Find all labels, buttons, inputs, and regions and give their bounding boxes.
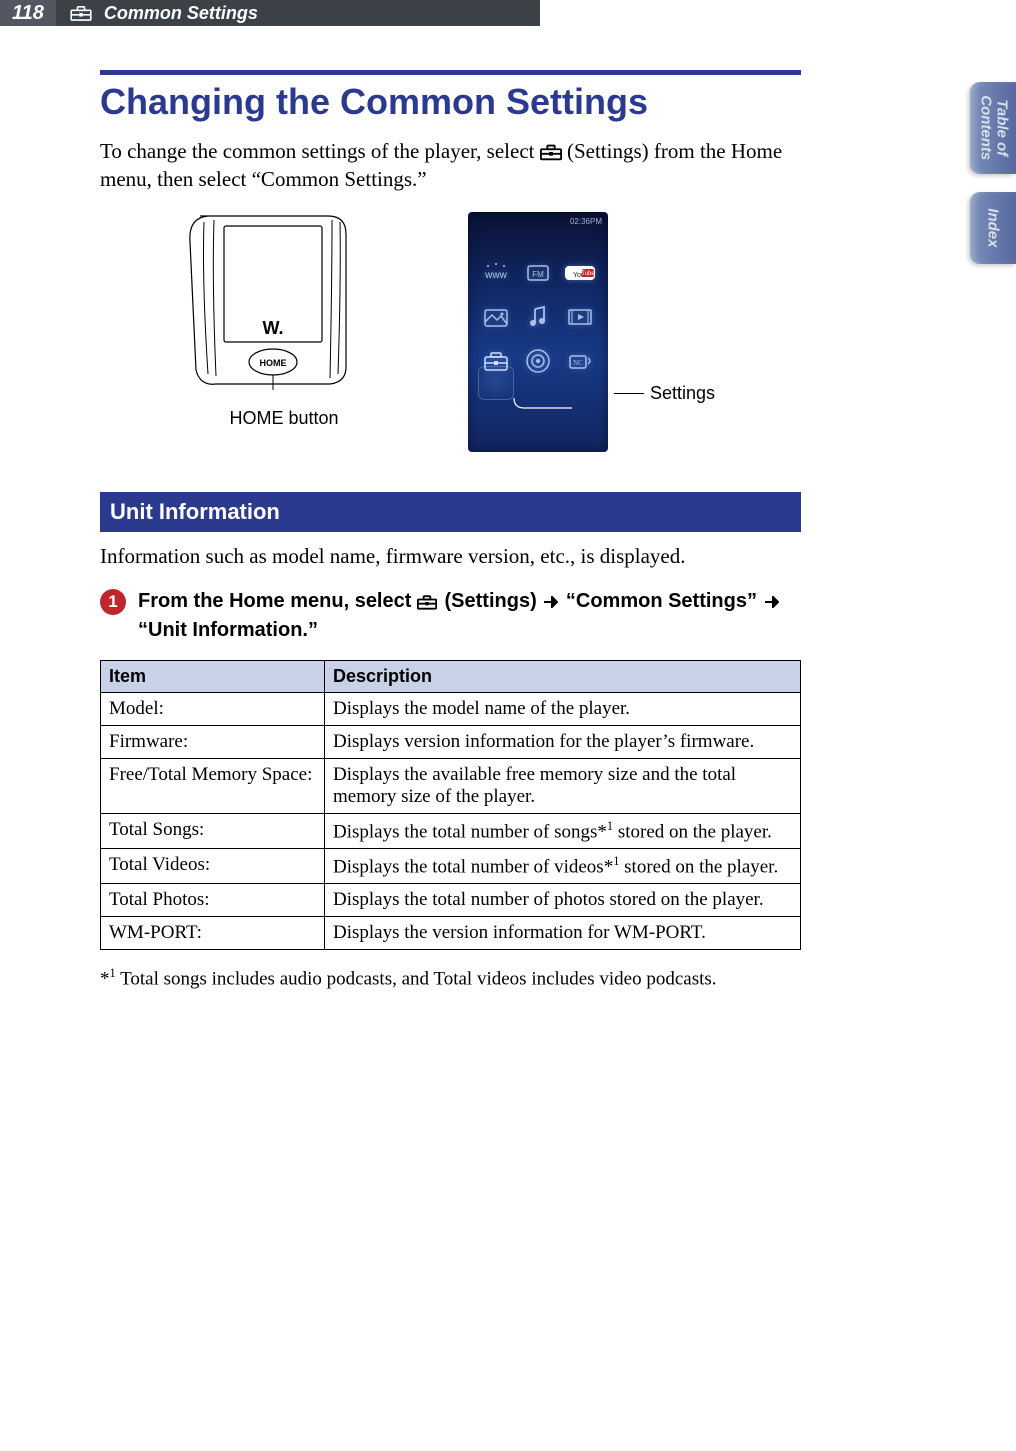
step-d: “Unit Information.” [138, 619, 318, 641]
desc-cell: Displays the total number of videos*1 st… [325, 849, 801, 884]
desc-cell: Displays the version information for WM-… [325, 917, 801, 950]
toolbox-icon [540, 140, 562, 158]
table-row: Total Videos:Displays the total number o… [101, 849, 801, 884]
browser-icon: www [481, 260, 511, 286]
music-icon [523, 304, 553, 330]
table-header-row: Item Description [101, 660, 801, 692]
callout-connector [512, 396, 572, 410]
callout-line [614, 393, 644, 394]
table-row: Free/Total Memory Space:Displays the ava… [101, 758, 801, 813]
step-b: (Settings) [439, 590, 542, 612]
intro-paragraph: To change the common settings of the pla… [100, 137, 801, 194]
desc-cell: Displays the available free memory size … [325, 758, 801, 813]
arrow-icon [765, 588, 779, 616]
unit-info-table: Item Description Model:Displays the mode… [100, 660, 801, 951]
toc-tab[interactable]: Table of Contents [970, 82, 1016, 174]
section-header: Unit Information [100, 492, 801, 532]
home-button-text: HOME [260, 358, 287, 368]
step-c: “Common Settings” [560, 590, 762, 612]
fm-icon: FM [523, 260, 553, 286]
desc-cell: Displays the model name of the player. [325, 692, 801, 725]
desc-cell: Displays the total number of songs*1 sto… [325, 813, 801, 848]
side-tabs: Table of Contents Index [970, 82, 1016, 264]
podcast-icon [523, 348, 553, 374]
item-cell: Total Songs: [101, 813, 325, 848]
item-cell: Model: [101, 692, 325, 725]
home-menu-screen: 02:36PM www FM YouTube [468, 212, 608, 452]
step-badge: 1 [100, 589, 126, 615]
index-tab[interactable]: Index [970, 192, 1016, 264]
desc-cell: Displays version information for the pla… [325, 725, 801, 758]
item-cell: Free/Total Memory Space: [101, 758, 325, 813]
toolbox-icon [70, 5, 92, 21]
videos-icon [565, 304, 595, 330]
table-row: Total Songs:Displays the total number of… [101, 813, 801, 848]
item-cell: Firmware: [101, 725, 325, 758]
header-fade [540, 0, 1016, 26]
settings-highlight [478, 366, 514, 400]
table-row: Firmware:Displays version information fo… [101, 725, 801, 758]
rule-line [100, 70, 801, 75]
section-intro: Information such as model name, firmware… [100, 544, 801, 569]
table-row: Total Photos:Displays the total number o… [101, 884, 801, 917]
svg-text:Tube: Tube [581, 271, 595, 277]
header-bar: 118 Common Settings [0, 0, 1016, 26]
figures-row: W. HOME HOME button 02:36PM www [180, 212, 801, 452]
th-desc: Description [325, 660, 801, 692]
device-figure: W. HOME HOME button [180, 212, 388, 429]
footnote-text: Total songs includes audio podcasts, and… [116, 969, 717, 990]
header-breadcrumb: Common Settings [70, 3, 258, 24]
footnote: *1 Total songs includes audio podcasts, … [100, 966, 801, 990]
footnote-marker: * [100, 969, 110, 990]
device-svg: W. HOME [180, 212, 388, 402]
toc-tab-label: Table of Contents [977, 96, 1009, 161]
photos-icon [481, 304, 511, 330]
page-title: Changing the Common Settings [100, 81, 801, 123]
arrow-icon [544, 588, 558, 616]
menu-icons: www FM YouTube [480, 260, 596, 374]
callout-label: Settings [650, 383, 715, 404]
index-tab-label: Index [985, 208, 1001, 247]
table-row: WM-PORT:Displays the version information… [101, 917, 801, 950]
desc-cell: Displays the total number of photos stor… [325, 884, 801, 917]
svg-text:www: www [484, 270, 507, 281]
svg-text:W.: W. [263, 318, 284, 338]
toolbox-icon [417, 590, 439, 608]
home-button-label: HOME button [229, 408, 338, 429]
step-text: From the Home menu, select (Settings) “C… [138, 587, 801, 644]
svg-text:FM: FM [532, 270, 544, 279]
item-cell: WM-PORT: [101, 917, 325, 950]
svg-text:NC: NC [573, 359, 583, 367]
noise-cancel-icon: NC [565, 348, 595, 374]
item-cell: Total Videos: [101, 849, 325, 884]
intro-pre: To change the common settings of the pla… [100, 139, 540, 163]
page-content: Changing the Common Settings To change t… [0, 26, 1016, 991]
table-row: Model:Displays the model name of the pla… [101, 692, 801, 725]
step-a: From the Home menu, select [138, 590, 417, 612]
breadcrumb-text: Common Settings [104, 3, 258, 24]
menu-clock: 02:36PM [570, 217, 602, 226]
step-row: 1 From the Home menu, select (Settings) … [100, 587, 801, 644]
item-cell: Total Photos: [101, 884, 325, 917]
page-number: 118 [0, 0, 56, 26]
th-item: Item [101, 660, 325, 692]
menu-panel: 02:36PM www FM YouTube [468, 212, 715, 452]
youtube-icon: YouTube [565, 260, 595, 286]
